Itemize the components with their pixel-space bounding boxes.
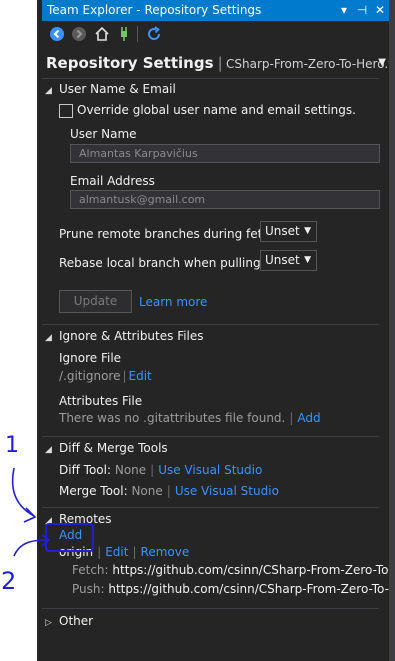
annotation-label-1: 1 [5, 433, 19, 458]
annotation-arrow-1 [11, 467, 37, 523]
annotation-layer: 1 2 [1, 433, 94, 595]
annotation-label-2: 2 [1, 567, 16, 595]
annotation-arrow-2 [13, 534, 51, 557]
annotation-highlight-box [45, 523, 94, 552]
